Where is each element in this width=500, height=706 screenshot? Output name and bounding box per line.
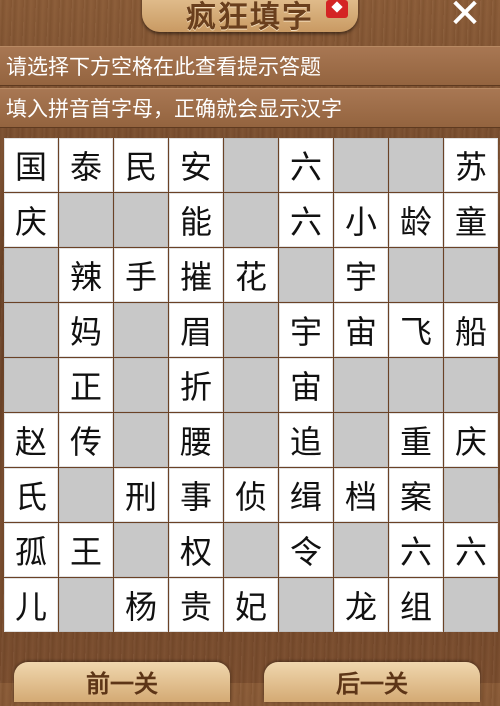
grid-cell[interactable]: 民 (114, 138, 168, 192)
grid-cell[interactable]: 庆 (444, 413, 498, 467)
grid-cell[interactable]: 赵 (4, 413, 58, 467)
grid-cell-empty[interactable] (224, 358, 278, 412)
grid-cell[interactable]: 宙 (334, 303, 388, 357)
grid-cell[interactable]: 花 (224, 248, 278, 302)
grid-cell-empty[interactable] (4, 358, 58, 412)
grid-cell[interactable]: 王 (59, 523, 113, 577)
grid-cell-empty[interactable] (114, 523, 168, 577)
grid-cell[interactable]: 事 (169, 468, 223, 522)
grid-cell-empty[interactable] (224, 138, 278, 192)
grid-cell-empty[interactable] (279, 248, 333, 302)
grid-cell[interactable]: 妃 (224, 578, 278, 632)
game-title: 疯狂填字 (186, 0, 314, 35)
grid-cell-empty[interactable] (224, 413, 278, 467)
grid-cell-empty[interactable] (114, 413, 168, 467)
grid-cell-empty[interactable] (444, 468, 498, 522)
grid-cell-empty[interactable] (444, 358, 498, 412)
grid-cell-empty[interactable] (334, 138, 388, 192)
grid-cell[interactable]: 国 (4, 138, 58, 192)
grid-cell[interactable]: 童 (444, 193, 498, 247)
grid-cell[interactable]: 宇 (279, 303, 333, 357)
grid-cell-empty[interactable] (224, 523, 278, 577)
prev-level-button[interactable]: 前一关 (14, 662, 230, 702)
grid-cell[interactable]: 龙 (334, 578, 388, 632)
grid-cell[interactable]: 摧 (169, 248, 223, 302)
grid-cell-empty[interactable] (224, 193, 278, 247)
grid-cell-empty[interactable] (389, 248, 443, 302)
grid-cell[interactable]: 辣 (59, 248, 113, 302)
hint-bar-instructions: 填入拼音首字母，正确就会显示汉字 (0, 88, 500, 128)
grid-cell[interactable]: 权 (169, 523, 223, 577)
grid-cell-empty[interactable] (59, 578, 113, 632)
grid-cell[interactable]: 龄 (389, 193, 443, 247)
grid-cell[interactable]: 侦 (224, 468, 278, 522)
grid-cell[interactable]: 能 (169, 193, 223, 247)
grid-cell[interactable]: 六 (279, 193, 333, 247)
grid-cell[interactable]: 正 (59, 358, 113, 412)
grid-cell-empty[interactable] (4, 248, 58, 302)
grid-cell-empty[interactable] (114, 303, 168, 357)
next-level-button[interactable]: 后一关 (264, 662, 480, 702)
grid-cell-empty[interactable] (334, 413, 388, 467)
grid-cell-empty[interactable] (4, 303, 58, 357)
grid-cell[interactable]: 贵 (169, 578, 223, 632)
grid-cell[interactable]: 苏 (444, 138, 498, 192)
grid-cell[interactable]: 小 (334, 193, 388, 247)
grid-cell-empty[interactable] (224, 303, 278, 357)
grid-cell[interactable]: 安 (169, 138, 223, 192)
red-ribbon-icon (326, 0, 348, 18)
grid-cell-empty[interactable] (114, 358, 168, 412)
grid-cell[interactable]: 孤 (4, 523, 58, 577)
grid-cell[interactable]: 刑 (114, 468, 168, 522)
hint-bar-select: 请选择下方空格在此查看提示答题 (0, 46, 500, 86)
grid-cell[interactable]: 手 (114, 248, 168, 302)
grid-cell-empty[interactable] (334, 523, 388, 577)
grid-cell-empty[interactable] (444, 248, 498, 302)
grid-cell[interactable]: 重 (389, 413, 443, 467)
grid-cell-empty[interactable] (114, 193, 168, 247)
grid-cell[interactable]: 船 (444, 303, 498, 357)
grid-cell[interactable]: 缉 (279, 468, 333, 522)
grid-cell[interactable]: 案 (389, 468, 443, 522)
grid-cell[interactable]: 庆 (4, 193, 58, 247)
grid-cell[interactable]: 宙 (279, 358, 333, 412)
grid-cell-empty[interactable] (59, 193, 113, 247)
grid-cell-empty[interactable] (59, 468, 113, 522)
grid-cell[interactable]: 档 (334, 468, 388, 522)
grid-cell[interactable]: 眉 (169, 303, 223, 357)
grid-cell[interactable]: 腰 (169, 413, 223, 467)
grid-cell-empty[interactable] (389, 138, 443, 192)
grid-cell-empty[interactable] (279, 578, 333, 632)
grid-cell[interactable]: 折 (169, 358, 223, 412)
grid-cell[interactable]: 泰 (59, 138, 113, 192)
grid-cell[interactable]: 六 (389, 523, 443, 577)
grid-cell[interactable]: 杨 (114, 578, 168, 632)
grid-cell[interactable]: 妈 (59, 303, 113, 357)
grid-cell[interactable]: 六 (279, 138, 333, 192)
grid-cell[interactable]: 宇 (334, 248, 388, 302)
grid-cell-empty[interactable] (334, 358, 388, 412)
grid-cell[interactable]: 氏 (4, 468, 58, 522)
grid-cell[interactable]: 令 (279, 523, 333, 577)
grid-cell[interactable]: 追 (279, 413, 333, 467)
grid-cell[interactable]: 组 (389, 578, 443, 632)
grid-cell[interactable]: 传 (59, 413, 113, 467)
crossword-grid: 国泰民安六苏庆能六小龄童辣手摧花宇妈眉宇宙飞船正折宙赵传腰追重庆氏刑事侦缉档案孤… (4, 138, 498, 632)
grid-cell-empty[interactable] (389, 358, 443, 412)
close-button[interactable]: ✕ (440, 0, 490, 34)
grid-cell[interactable]: 儿 (4, 578, 58, 632)
grid-cell[interactable]: 飞 (389, 303, 443, 357)
game-title-plaque: 疯狂填字 (142, 0, 358, 35)
grid-cell-empty[interactable] (444, 578, 498, 632)
grid-cell[interactable]: 六 (444, 523, 498, 577)
